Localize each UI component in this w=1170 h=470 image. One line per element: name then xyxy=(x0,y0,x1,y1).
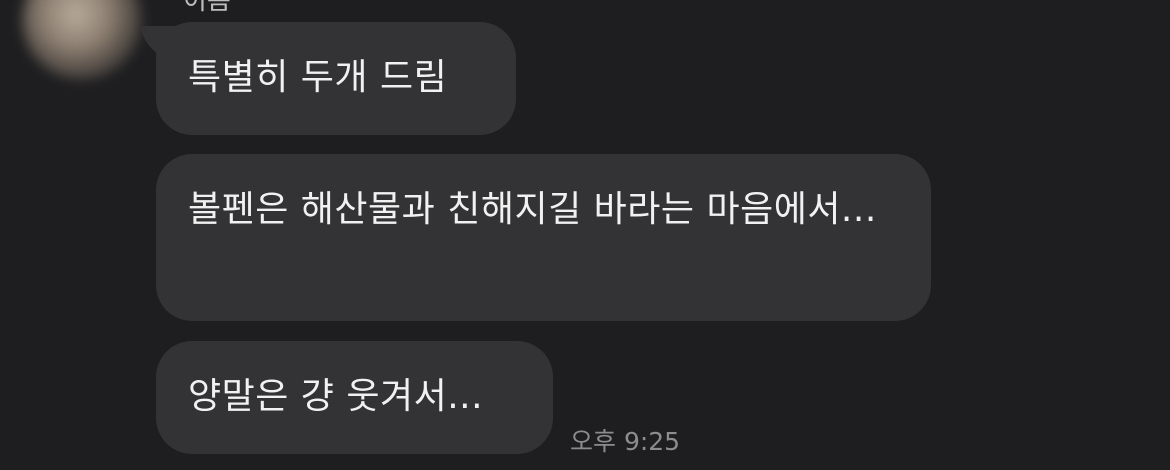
message-text: 양말은 걍 웃겨서... xyxy=(188,376,484,417)
message-bubble[interactable]: 양말은 걍 웃겨서... xyxy=(156,341,553,454)
message-timestamp: 오후 9:25 xyxy=(570,427,681,456)
message-bubble[interactable]: 특별히 두개 드림 xyxy=(156,22,516,135)
message-text: 볼펜은 해산물과 친해지길 바라는 마음에서... xyxy=(188,189,877,230)
message-bubble[interactable]: 볼펜은 해산물과 친해지길 바라는 마음에서... xyxy=(156,154,931,321)
chat-thread: 이름 특별히 두개 드림 볼펜은 해산물과 친해지길 바라는 마음에서... 양… xyxy=(0,0,1170,470)
avatar[interactable] xyxy=(22,0,142,80)
sender-name: 이름 xyxy=(183,0,231,16)
message-text: 특별히 두개 드림 xyxy=(188,57,448,98)
